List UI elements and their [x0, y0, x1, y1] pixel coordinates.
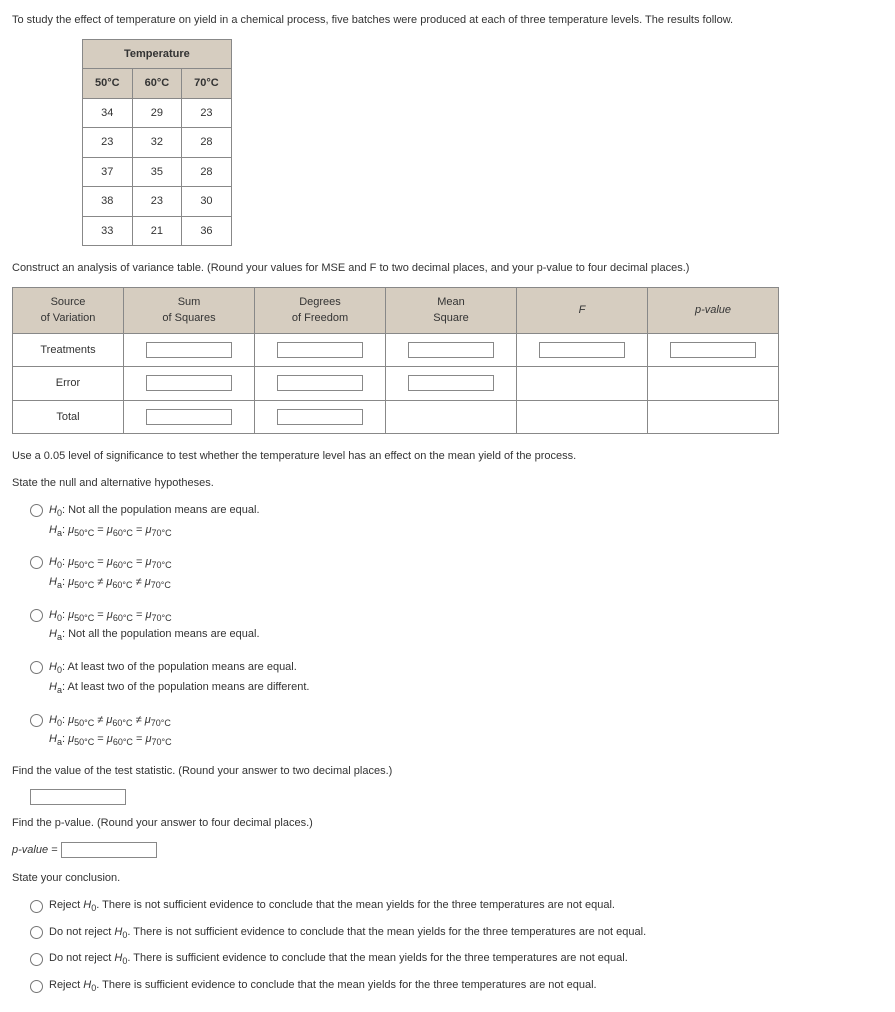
conclusion-radio-2[interactable]: [30, 926, 43, 939]
conclusion-text-4: Reject H0. There is sufficient evidence …: [49, 977, 597, 996]
hyp-option-5: H0: μ50°C ≠ μ60°C ≠ μ70°C Ha: μ50°C = μ6…: [49, 711, 172, 751]
temperature-table: Temperature 50°C 60°C 70°C 342923 233228…: [82, 39, 232, 247]
hyp-option-3: H0: μ50°C = μ60°C = μ70°C Ha: Not all th…: [49, 606, 260, 646]
table-row: 233228: [83, 128, 232, 158]
row-error: Error: [13, 367, 124, 401]
error-ms-input[interactable]: [408, 375, 494, 391]
conclusion-text-2: Do not reject H0. There is not sufficien…: [49, 924, 646, 943]
hypothesis-prompt: State the null and alternative hypothese…: [12, 475, 883, 492]
hyp-option-2: H0: μ50°C = μ60°C = μ70°C Ha: μ50°C ≠ μ6…: [49, 553, 172, 593]
hyp-option-1: H0: Not all the population means are equ…: [49, 501, 260, 541]
anova-instruction: Construct an analysis of variance table.…: [12, 260, 883, 277]
conclusion-text-3: Do not reject H0. There is sufficient ev…: [49, 950, 628, 969]
intro-text: To study the effect of temperature on yi…: [12, 12, 883, 29]
conclusion-text-1: Reject H0. There is not sufficient evide…: [49, 897, 615, 916]
table-row: 342923: [83, 98, 232, 128]
conclusion-radio-3[interactable]: [30, 953, 43, 966]
error-ss-input[interactable]: [146, 375, 232, 391]
temp-group-header: Temperature: [83, 39, 232, 69]
treat-ss-input[interactable]: [146, 342, 232, 358]
col-60: 60°C: [132, 69, 182, 99]
test-stat-prompt: Find the value of the test statistic. (R…: [12, 763, 883, 780]
hyp-radio-5[interactable]: [30, 714, 43, 727]
table-row: 332136: [83, 216, 232, 246]
pvalue-prompt: Find the p-value. (Round your answer to …: [12, 815, 883, 832]
hdr-ss: Sumof Squares: [124, 287, 255, 333]
hdr-ms: MeanSquare: [386, 287, 517, 333]
test-statistic-input[interactable]: [30, 789, 126, 805]
hdr-source: Sourceof Variation: [13, 287, 124, 333]
table-row: 373528: [83, 157, 232, 187]
col-70: 70°C: [182, 69, 232, 99]
hypothesis-options: H0: Not all the population means are equ…: [30, 501, 883, 751]
total-ss-input[interactable]: [146, 409, 232, 425]
treat-p-input[interactable]: [670, 342, 756, 358]
hyp-radio-3[interactable]: [30, 609, 43, 622]
hyp-option-4: H0: At least two of the population means…: [49, 658, 309, 698]
row-treatments: Treatments: [13, 333, 124, 367]
hdr-df: Degreesof Freedom: [255, 287, 386, 333]
pvalue-label: p-value =: [12, 844, 58, 856]
treat-f-input[interactable]: [539, 342, 625, 358]
anova-table: Sourceof Variation Sumof Squares Degrees…: [12, 287, 779, 435]
treat-df-input[interactable]: [277, 342, 363, 358]
conclusion-prompt: State your conclusion.: [12, 870, 883, 887]
conclusion-radio-4[interactable]: [30, 980, 43, 993]
hyp-radio-4[interactable]: [30, 661, 43, 674]
hyp-radio-2[interactable]: [30, 556, 43, 569]
table-row: 382330: [83, 187, 232, 217]
hdr-f: F: [517, 287, 648, 333]
col-50: 50°C: [83, 69, 133, 99]
total-df-input[interactable]: [277, 409, 363, 425]
significance-instruction: Use a 0.05 level of significance to test…: [12, 448, 883, 465]
pvalue-input[interactable]: [61, 842, 157, 858]
hyp-radio-1[interactable]: [30, 504, 43, 517]
conclusion-options: Reject H0. There is not sufficient evide…: [30, 897, 883, 996]
hdr-p: p-value: [648, 287, 779, 333]
treat-ms-input[interactable]: [408, 342, 494, 358]
conclusion-radio-1[interactable]: [30, 900, 43, 913]
error-df-input[interactable]: [277, 375, 363, 391]
row-total: Total: [13, 400, 124, 434]
